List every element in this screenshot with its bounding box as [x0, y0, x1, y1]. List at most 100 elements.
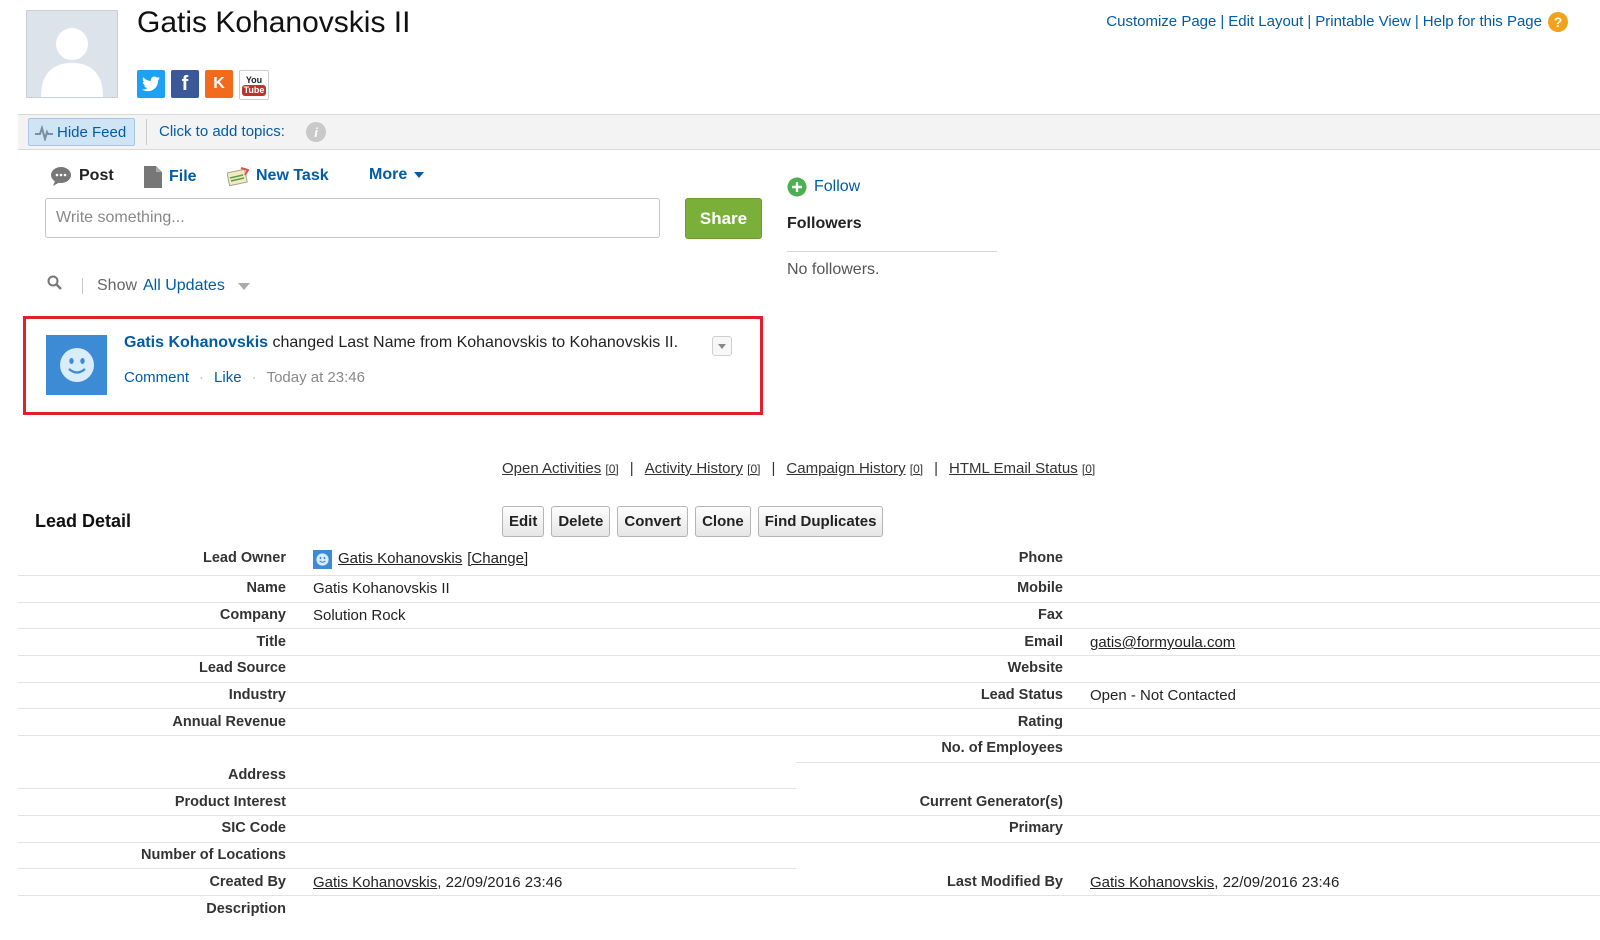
lead-detail-heading: Lead Detail: [35, 511, 132, 531]
edit-layout-link[interactable]: Edit Layout: [1228, 13, 1303, 30]
speech-bubble-icon: [51, 167, 71, 186]
help-icon[interactable]: ?: [1548, 12, 1568, 32]
feed-author-link[interactable]: Gatis Kohanovskis: [124, 334, 268, 351]
link-separator: |: [1220, 13, 1225, 30]
tab-post[interactable]: Post: [50, 166, 114, 186]
field-row: Website: [0, 658, 1600, 685]
related-list-label: Campaign History: [786, 460, 906, 477]
clone-button[interactable]: Clone: [695, 506, 751, 537]
field-label: Current Generator(s): [919, 794, 1063, 810]
user-avatar[interactable]: [46, 335, 107, 395]
like-link[interactable]: Like: [214, 369, 242, 386]
user-link[interactable]: Gatis Kohanovskis: [1090, 874, 1214, 891]
row-divider: [796, 895, 1600, 896]
filter-divider: [82, 278, 83, 294]
tab-file-label: File: [169, 168, 197, 185]
chevron-down-icon[interactable]: [238, 283, 250, 290]
edit-button[interactable]: Edit: [502, 506, 545, 537]
delete-button[interactable]: Delete: [551, 506, 611, 537]
followers-divider: [787, 251, 997, 252]
find-duplicates-button[interactable]: Find Duplicates: [757, 506, 884, 537]
page-utility-links: Customize Page | Edit Layout | Printable Vie…: [1106, 13, 1542, 30]
page-title: Gatis Kohanovskis II: [137, 6, 411, 39]
separator-dot: ·: [199, 369, 205, 386]
link-separator: |: [1414, 13, 1419, 30]
follow-label: Follow: [814, 178, 861, 195]
email-link[interactable]: gatis@formyoula.com: [1090, 634, 1235, 651]
field-row: Description: [0, 899, 1600, 926]
comment-link[interactable]: Comment: [124, 369, 189, 386]
feed-timestamp: Today at 23:46: [266, 369, 365, 386]
youtube-icon[interactable]: You Tube: [239, 70, 269, 100]
row-divider: [796, 842, 1600, 843]
tab-file[interactable]: File: [144, 166, 197, 188]
youtube-glyph-top: You: [245, 74, 263, 85]
post-text-input[interactable]: [45, 198, 660, 238]
feed-toolbar: Hide Feed Click to add topics: i: [18, 114, 1600, 150]
row-divider: [18, 788, 796, 789]
related-list-count: [0]: [1081, 462, 1096, 476]
row-divider: [796, 762, 1600, 763]
file-icon: [144, 166, 162, 188]
customize-page-link[interactable]: Customize Page: [1106, 13, 1216, 30]
printable-view-link[interactable]: Printable View: [1315, 13, 1411, 30]
tab-more[interactable]: More: [369, 166, 425, 184]
person-silhouette-icon: [41, 28, 103, 97]
smiley-icon: [59, 348, 94, 382]
row-divider: [18, 842, 796, 843]
field-label: Rating: [1017, 714, 1063, 730]
field-label: Phone: [1018, 550, 1063, 566]
add-topics-link[interactable]: Click to add topics:: [159, 123, 285, 140]
row-divider: [796, 602, 1600, 603]
share-button[interactable]: Share: [685, 198, 762, 239]
activity-history-link[interactable]: Activity History [0]: [645, 460, 761, 477]
html-email-status-link[interactable]: HTML Email Status [0]: [949, 460, 1095, 477]
klout-icon[interactable]: K: [205, 70, 233, 98]
related-separator: |: [629, 460, 634, 477]
row-divider: [18, 628, 796, 629]
field-label: Fax: [1038, 607, 1063, 623]
feed-filter-select[interactable]: All Updates: [143, 277, 225, 295]
separator-dot: ·: [251, 369, 257, 386]
feed-change-text: changed Last Name from Kohanovskis to Ko…: [268, 334, 679, 351]
field-value: Open - Not Contacted: [1090, 687, 1236, 704]
row-divider: [18, 602, 796, 603]
field-label: Address: [227, 767, 286, 783]
show-label: Show: [97, 277, 138, 294]
help-for-this-page-link[interactable]: Help for this Page: [1423, 13, 1542, 30]
info-icon[interactable]: i: [306, 122, 326, 142]
open-activities-link[interactable]: Open Activities [0]: [502, 460, 619, 477]
row-divider: [796, 815, 1600, 816]
related-list-count: [0]: [747, 462, 761, 476]
row-divider: [796, 708, 1600, 709]
facebook-icon[interactable]: f: [171, 70, 199, 98]
field-label: Number of Locations: [140, 847, 286, 863]
field-value: Gatis Kohanovskis, 22/09/2016 23:46: [1090, 874, 1339, 891]
klout-glyph: K: [213, 75, 225, 92]
feed-item: Gatis Kohanovskis changed Last Name from…: [23, 316, 763, 415]
feed-item-menu-button[interactable]: [712, 336, 732, 356]
row-divider: [18, 735, 796, 736]
related-separator: |: [771, 460, 776, 477]
row-divider: [796, 682, 1600, 683]
related-list-count: [0]: [605, 462, 619, 476]
search-icon[interactable]: [47, 275, 63, 291]
hide-feed-button[interactable]: Hide Feed: [28, 118, 136, 146]
feed-item-text: Gatis Kohanovskis changed Last Name from…: [124, 334, 678, 352]
toolbar-divider: [146, 119, 147, 145]
tab-new-task[interactable]: New Task: [227, 166, 329, 186]
convert-button[interactable]: Convert: [617, 506, 689, 537]
field-label: Last Modified By: [946, 874, 1063, 890]
hide-feed-label: Hide Feed: [57, 124, 127, 141]
related-list-label: Open Activities: [502, 460, 602, 477]
youtube-glyph-bottom: Tube: [241, 84, 267, 96]
followers-heading: Followers: [787, 215, 862, 232]
field-label: Mobile: [1017, 580, 1063, 596]
follow-button[interactable]: Follow: [787, 177, 860, 197]
row-divider: [796, 575, 1600, 576]
twitter-icon[interactable]: [137, 70, 165, 98]
chevron-down-icon: [718, 343, 726, 349]
related-separator: |: [934, 460, 939, 477]
campaign-history-link[interactable]: Campaign History [0]: [786, 460, 923, 477]
tab-new-task-label: New Task: [256, 167, 329, 184]
